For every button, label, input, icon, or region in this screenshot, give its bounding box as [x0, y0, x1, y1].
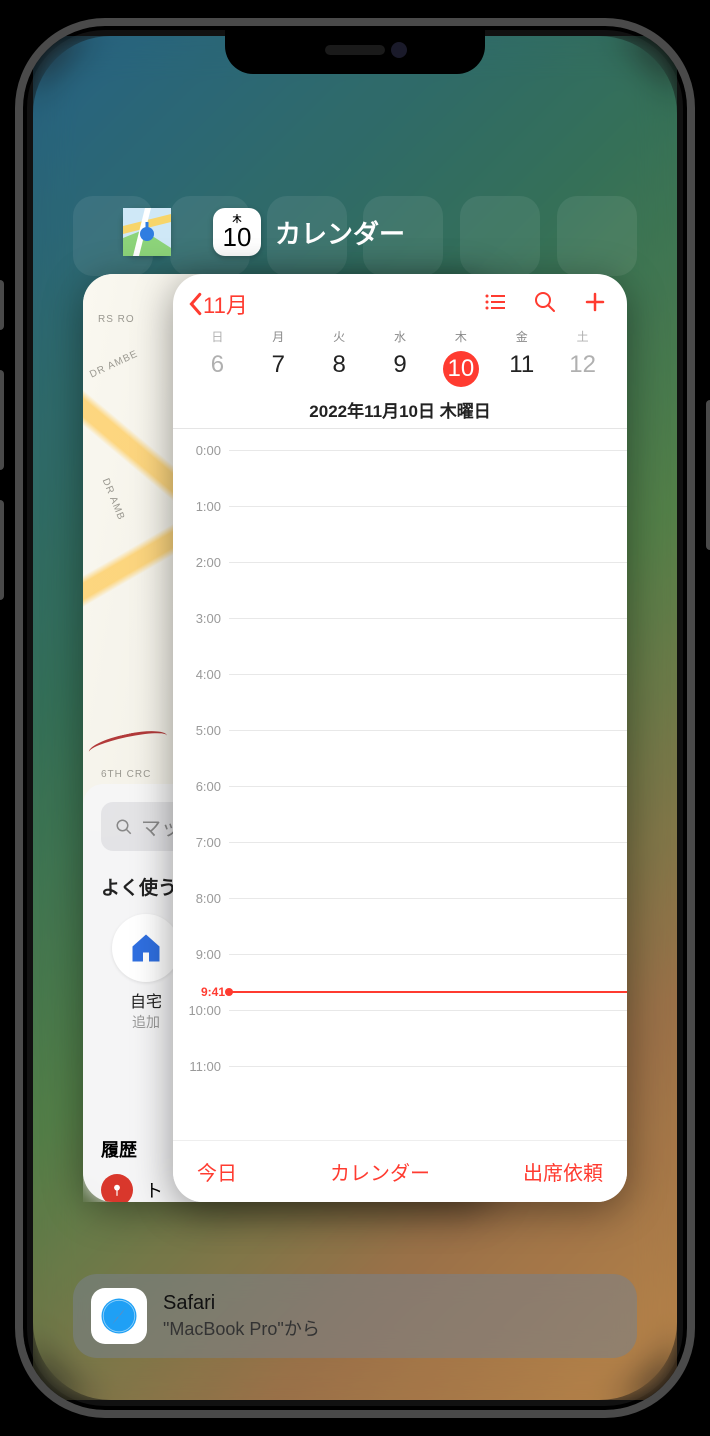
timeline-hour-line — [229, 730, 627, 731]
timeline-hour-row: 3:00 — [173, 611, 627, 626]
timeline-now-label: 9:41 — [173, 985, 229, 999]
timeline-hour-row: 11:00 — [173, 1059, 627, 1074]
timeline-now-indicator: 9:41 — [173, 985, 627, 999]
screen: 木 10 カレンダー RS RO DR AMBE DR AMB 6TH CRC … — [33, 36, 677, 1400]
timeline-hour-line — [229, 618, 627, 619]
handoff-subtitle: "MacBook Pro"から — [163, 1315, 320, 1341]
timeline-hour-label: 3:00 — [173, 611, 229, 626]
timeline-hour-label: 9:00 — [173, 947, 229, 962]
timeline-hour-line — [229, 954, 627, 955]
dow-cell: 木 — [430, 328, 491, 345]
timeline-hour-row: 5:00 — [173, 723, 627, 738]
timeline-hour-line — [229, 450, 627, 451]
search-icon — [533, 290, 557, 314]
timeline-hour-row: 4:00 — [173, 667, 627, 682]
dow-cell: 水 — [370, 328, 431, 345]
road-label: 6TH CRC — [101, 769, 151, 780]
dow-cell: 日 — [187, 328, 248, 345]
timeline-hour-row: 10:00 — [173, 1003, 627, 1018]
maps-favorite-label: 自宅 — [130, 988, 162, 1012]
home-icon — [112, 914, 180, 982]
maps-app-icon — [123, 208, 171, 256]
day-cell[interactable]: 11 — [491, 345, 552, 397]
day-cell-today[interactable]: 10 — [430, 345, 491, 397]
handoff-banner[interactable]: Safari "MacBook Pro"から — [73, 1274, 637, 1358]
search-button[interactable] — [533, 290, 557, 319]
timeline-hour-row: 9:00 — [173, 947, 627, 962]
calendar-toolbar: 11月 — [173, 274, 627, 328]
maps-favorite-sublabel: 追加 — [132, 1012, 160, 1032]
road-label: DR AMBE — [88, 349, 140, 381]
day-cell[interactable]: 12 — [552, 345, 613, 397]
calendar-dow-row: 日 月 火 水 木 金 土 — [173, 328, 627, 345]
calendar-date-full: 2022年11月10日 木曜日 — [173, 397, 627, 428]
timeline-now-line — [229, 991, 627, 993]
dow-cell: 金 — [491, 328, 552, 345]
search-icon — [115, 818, 133, 836]
day-cell[interactable]: 9 — [370, 345, 431, 397]
day-cell[interactable]: 8 — [309, 345, 370, 397]
calendar-icon-day: 10 — [223, 224, 252, 250]
timeline-hour-line — [229, 674, 627, 675]
calendar-inbox-button[interactable]: 出席依頼 — [523, 1157, 603, 1186]
map-route-line — [87, 726, 169, 762]
add-event-button[interactable] — [583, 290, 607, 319]
timeline-hour-label: 0:00 — [173, 443, 229, 458]
maps-history-title: 履歴 — [101, 1136, 137, 1162]
calendar-day-row: 6 7 8 9 10 11 12 — [173, 345, 627, 397]
timeline-hour-label: 1:00 — [173, 499, 229, 514]
calendar-app-name: カレンダー — [275, 214, 405, 251]
calendar-app-icon: 木 10 — [213, 208, 261, 256]
switcher-header-calendar[interactable]: 木 10 カレンダー — [213, 208, 405, 256]
timeline-hour-row: 7:00 — [173, 835, 627, 850]
timeline-hour-line — [229, 842, 627, 843]
maps-history-label: ト — [145, 1177, 163, 1202]
timeline-hour-line — [229, 506, 627, 507]
dow-cell: 土 — [552, 328, 613, 345]
timeline-hour-label: 11:00 — [173, 1059, 229, 1074]
dow-cell: 火 — [309, 328, 370, 345]
timeline-hour-row: 8:00 — [173, 891, 627, 906]
timeline-hour-label: 10:00 — [173, 1003, 229, 1018]
switcher-header-maps[interactable] — [123, 208, 171, 256]
calendar-back-label: 11月 — [203, 288, 248, 320]
pin-icon — [101, 1174, 133, 1202]
list-icon — [483, 290, 507, 314]
chevron-left-icon — [187, 292, 203, 316]
iphone-frame: 木 10 カレンダー RS RO DR AMBE DR AMB 6TH CRC … — [15, 18, 695, 1418]
day-cell[interactable]: 6 — [187, 345, 248, 397]
road-label: DR AMB — [100, 477, 127, 522]
timeline-hour-row: 1:00 — [173, 499, 627, 514]
maps-history-item[interactable]: ト — [101, 1174, 163, 1202]
timeline-hour-line — [229, 562, 627, 563]
calendar-calendars-button[interactable]: カレンダー — [330, 1157, 430, 1186]
switcher-card-calendar[interactable]: 11月 日 月 火 水 木 — [173, 274, 627, 1202]
timeline-hour-line — [229, 1066, 627, 1067]
safari-icon — [91, 1288, 147, 1344]
calendar-timeline[interactable]: 0:00 1:00 2:00 3:00 4:00 5:00 6:00 7:00 8:00 9:00… — [173, 428, 627, 1098]
timeline-hour-row: 6:00 — [173, 779, 627, 794]
timeline-hour-line — [229, 786, 627, 787]
timeline-hour-label: 6:00 — [173, 779, 229, 794]
timeline-hour-label: 4:00 — [173, 667, 229, 682]
calendar-bottom-bar: 今日 カレンダー 出席依頼 — [173, 1140, 627, 1202]
notch — [225, 26, 485, 74]
road-label: RS RO — [98, 314, 135, 325]
dow-cell: 月 — [248, 328, 309, 345]
calendar-today-button[interactable]: 今日 — [197, 1157, 237, 1186]
timeline-hour-label: 2:00 — [173, 555, 229, 570]
day-cell[interactable]: 7 — [248, 345, 309, 397]
timeline-hour-line — [229, 1010, 627, 1011]
timeline-hour-line — [229, 898, 627, 899]
timeline-hour-label: 5:00 — [173, 723, 229, 738]
timeline-hour-label: 7:00 — [173, 835, 229, 850]
calendar-back-button[interactable]: 11月 — [187, 288, 248, 320]
plus-icon — [583, 290, 607, 314]
list-view-button[interactable] — [483, 290, 507, 319]
handoff-title: Safari — [163, 1292, 320, 1315]
timeline-hour-row: 2:00 — [173, 555, 627, 570]
timeline-hour-row: 0:00 — [173, 443, 627, 458]
timeline-hour-label: 8:00 — [173, 891, 229, 906]
